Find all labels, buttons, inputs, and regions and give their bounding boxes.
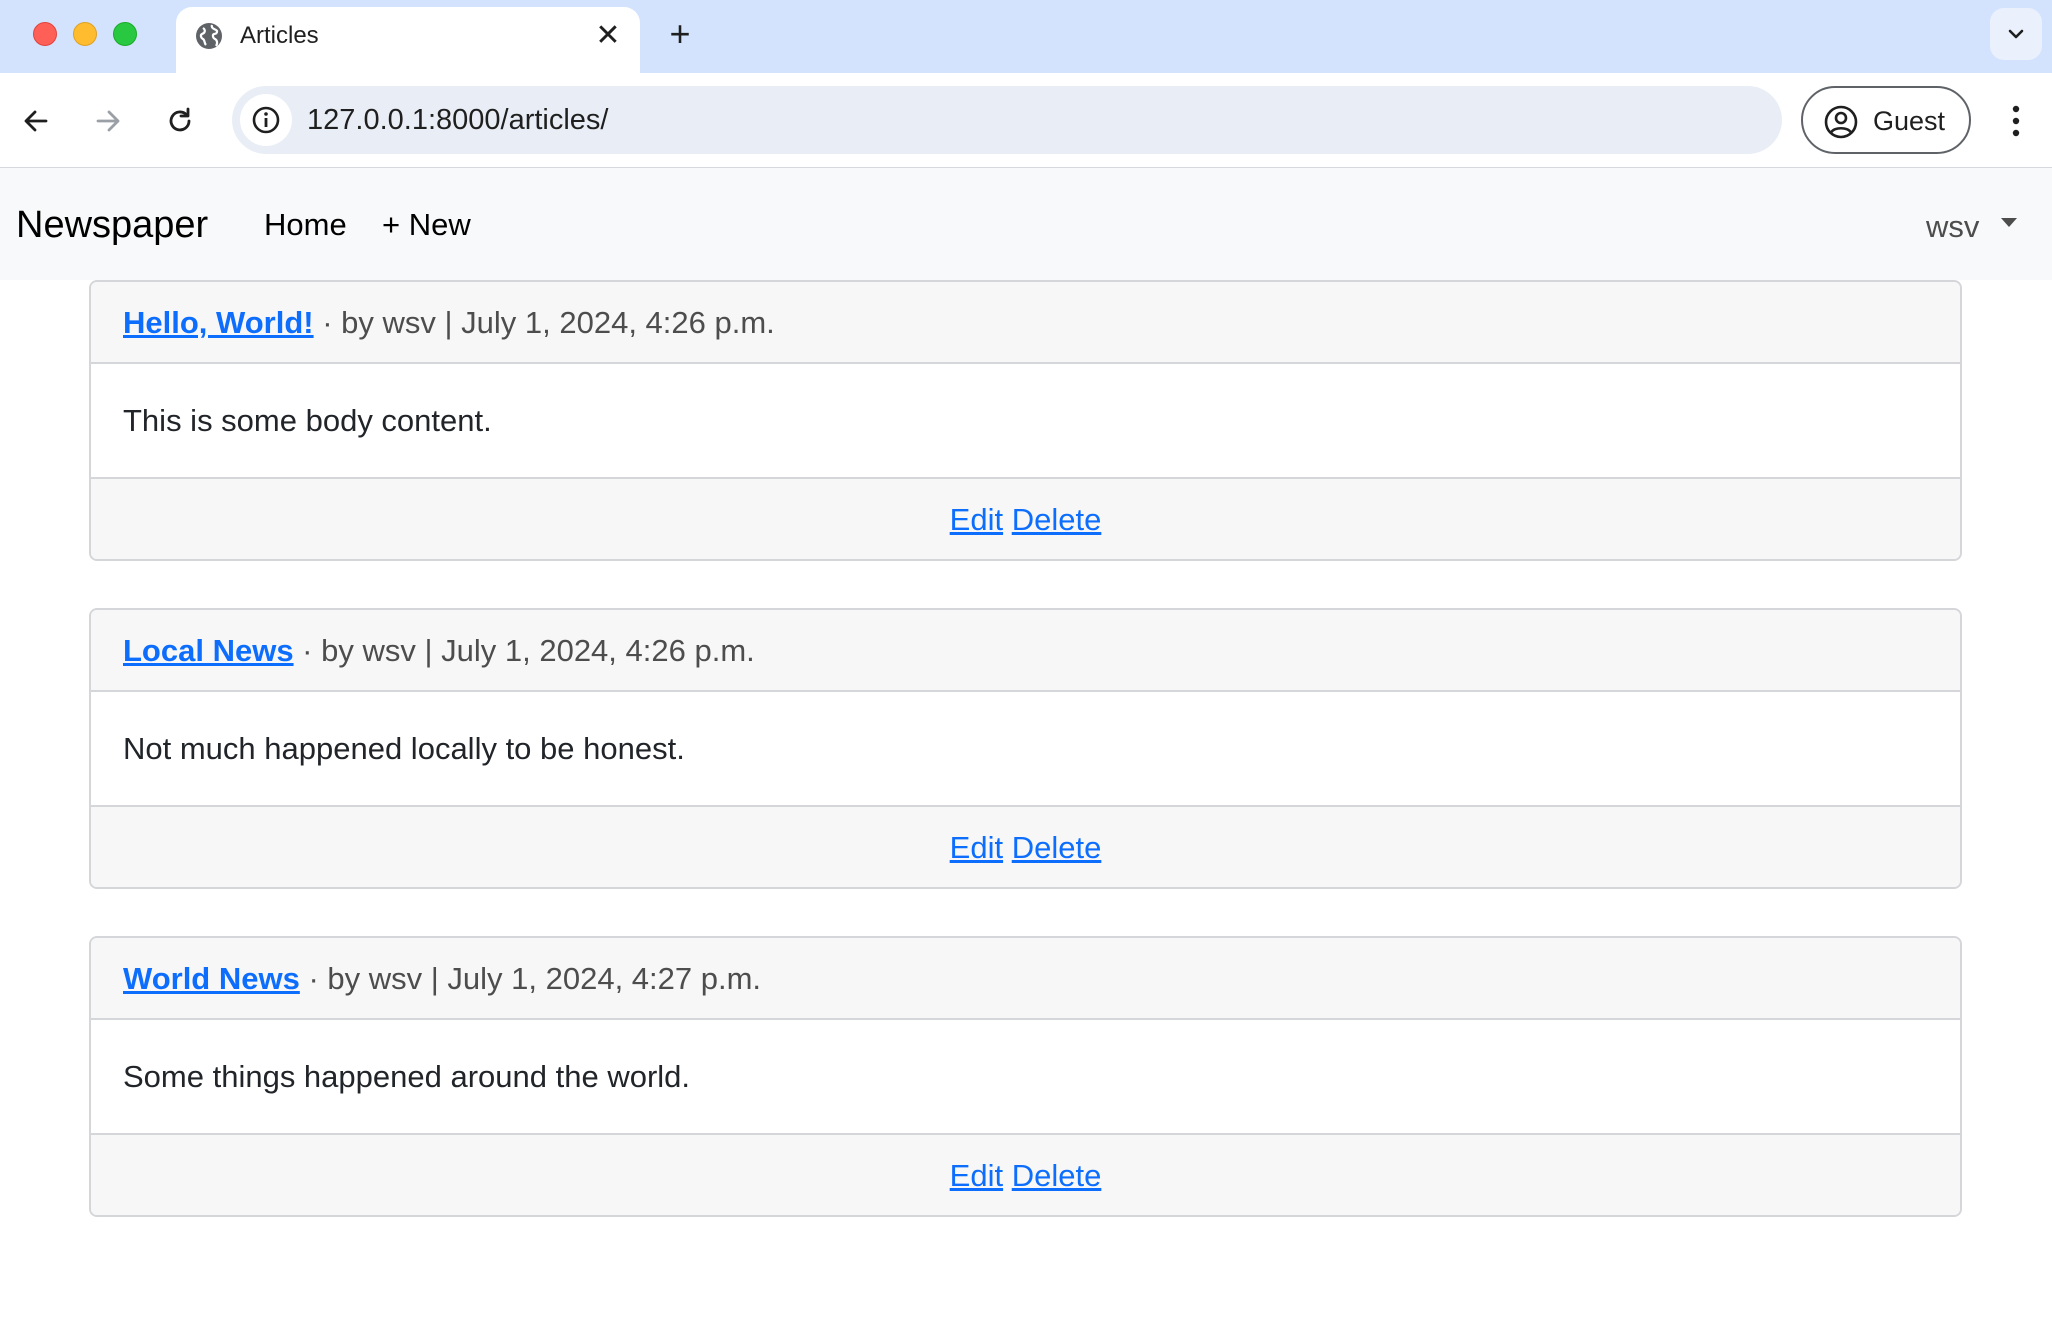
reload-icon: [169, 107, 191, 132]
browser-menu-button[interactable]: [1996, 95, 2036, 147]
tab-search-button[interactable]: [1990, 8, 2042, 60]
article-body: Some things happened around the world.: [123, 1059, 691, 1094]
article-title-link[interactable]: World News: [123, 961, 300, 996]
article-card: Hello, World! · by wsv | July 1, 2024, 4…: [89, 280, 1962, 561]
edit-link[interactable]: Edit: [950, 1158, 1003, 1193]
window-close-button[interactable]: [33, 22, 57, 46]
forward-button[interactable]: [84, 97, 132, 145]
arrow-left-icon: [24, 110, 48, 132]
user-name: wsv: [1926, 209, 1980, 244]
article-footer: Edit Delete: [91, 477, 1960, 559]
new-tab-button[interactable]: +: [662, 16, 698, 52]
browser-tab-active[interactable]: Articles ✕: [176, 7, 640, 73]
user-dropdown[interactable]: wsv: [1926, 208, 2018, 246]
globe-icon: [196, 23, 222, 49]
close-icon[interactable]: ✕: [592, 20, 624, 52]
site-info-button[interactable]: [240, 94, 292, 146]
more-vertical-icon: [2012, 105, 2020, 137]
article-card: Local News · by wsv | July 1, 2024, 4:26…: [89, 608, 1962, 889]
delete-link[interactable]: Delete: [1012, 502, 1102, 537]
address-bar[interactable]: 127.0.0.1:8000/articles/: [232, 86, 1782, 154]
window-zoom-button[interactable]: [113, 22, 137, 46]
back-button[interactable]: [12, 97, 60, 145]
article-card: World News · by wsv | July 1, 2024, 4:27…: [89, 936, 1962, 1217]
article-footer: Edit Delete: [91, 1133, 1960, 1215]
delete-link[interactable]: Delete: [1012, 1158, 1102, 1193]
tab-title: Articles: [240, 22, 319, 49]
article-meta: · by wsv | July 1, 2024, 4:26 p.m.: [313, 305, 775, 340]
article-title-link[interactable]: Hello, World!: [123, 305, 314, 340]
edit-link[interactable]: Edit: [950, 502, 1003, 537]
article-body: Not much happened locally to be honest.: [123, 731, 685, 766]
profile-label: Guest: [1873, 106, 1946, 136]
window-minimize-button[interactable]: [73, 22, 97, 46]
browser-toolbar: 127.0.0.1:8000/articles/ Guest: [0, 73, 2052, 168]
delete-link[interactable]: Delete: [1012, 830, 1102, 865]
arrow-right-icon: [96, 110, 120, 132]
account-circle-icon: [1824, 105, 1858, 139]
brand-link[interactable]: Newspaper: [16, 203, 208, 247]
browser-tab-strip: Articles ✕ +: [0, 0, 2052, 73]
reload-button[interactable]: [156, 97, 204, 145]
article-title-link[interactable]: Local News: [123, 633, 294, 668]
edit-link[interactable]: Edit: [950, 830, 1003, 865]
article-footer: Edit Delete: [91, 805, 1960, 887]
nav-home-link[interactable]: Home: [264, 206, 347, 244]
article-meta: · by wsv | July 1, 2024, 4:27 p.m.: [299, 961, 762, 996]
site-navbar: Newspaper Home + New wsv: [0, 168, 2052, 280]
caret-down-icon: [2001, 218, 2018, 228]
url-text[interactable]: 127.0.0.1:8000/articles/: [307, 103, 608, 137]
article-header: World News · by wsv | July 1, 2024, 4:27…: [91, 938, 1960, 1020]
profile-button[interactable]: Guest: [1801, 86, 1971, 154]
article-header: Local News · by wsv | July 1, 2024, 4:26…: [91, 610, 1960, 692]
article-header: Hello, World! · by wsv | July 1, 2024, 4…: [91, 282, 1960, 364]
chevron-down-icon: [2008, 29, 2024, 39]
article-meta: · by wsv | July 1, 2024, 4:26 p.m.: [293, 633, 755, 668]
article-body: This is some body content.: [123, 403, 492, 438]
info-icon: [252, 106, 280, 134]
nav-new-article-link[interactable]: + New: [382, 206, 471, 244]
